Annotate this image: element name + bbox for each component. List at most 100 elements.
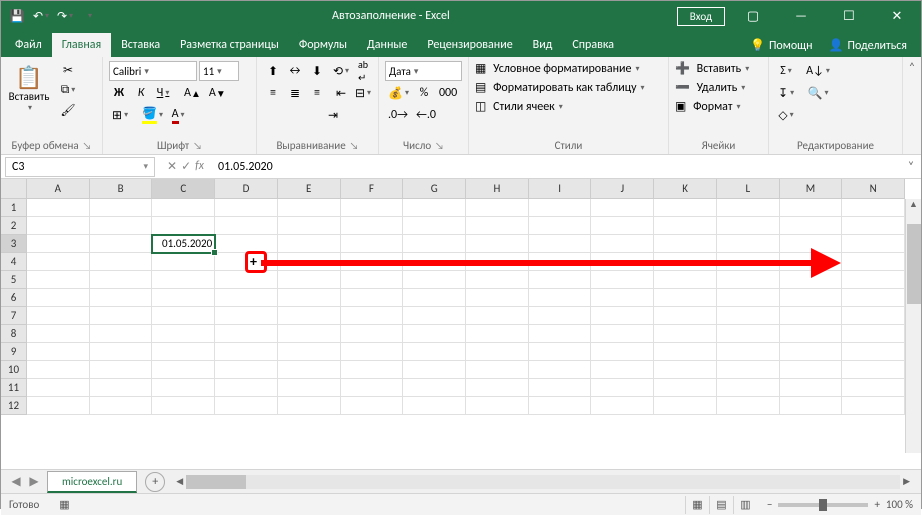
row-header-5[interactable]: 5 bbox=[1, 271, 27, 289]
undo-icon[interactable]: ↶▾ bbox=[31, 6, 51, 26]
number-format-combo[interactable]: Дата▾ bbox=[385, 61, 462, 81]
cell-N12[interactable] bbox=[842, 397, 905, 415]
col-header-C[interactable]: C bbox=[152, 179, 215, 199]
cell-F1[interactable] bbox=[341, 199, 404, 217]
cell-D1[interactable] bbox=[215, 199, 278, 217]
cell-I5[interactable] bbox=[529, 271, 592, 289]
row-header-12[interactable]: 12 bbox=[1, 397, 27, 415]
cell-J2[interactable] bbox=[591, 217, 654, 235]
cell-B11[interactable] bbox=[90, 379, 153, 397]
cell-J5[interactable] bbox=[591, 271, 654, 289]
cell-H7[interactable] bbox=[466, 307, 529, 325]
cell-C10[interactable] bbox=[152, 361, 215, 379]
format-as-table-button[interactable]: ▤ Форматировать как таблицу▾ bbox=[475, 80, 662, 95]
cell-A11[interactable] bbox=[27, 379, 90, 397]
cell-J9[interactable] bbox=[591, 343, 654, 361]
cell-I10[interactable] bbox=[529, 361, 592, 379]
row-header-2[interactable]: 2 bbox=[1, 217, 27, 235]
fill-handle[interactable] bbox=[211, 249, 218, 256]
row-header-7[interactable]: 7 bbox=[1, 307, 27, 325]
redo-icon[interactable]: ↷▾ bbox=[55, 6, 75, 26]
cell-D6[interactable] bbox=[215, 289, 278, 307]
cell-K9[interactable] bbox=[654, 343, 717, 361]
macro-record-icon[interactable]: ▦ bbox=[59, 498, 69, 511]
cell-C12[interactable] bbox=[152, 397, 215, 415]
prev-sheet-icon[interactable]: ◀ bbox=[7, 473, 25, 491]
cell-K3[interactable] bbox=[654, 235, 717, 253]
cell-L7[interactable] bbox=[717, 307, 780, 325]
zoom-slider[interactable] bbox=[778, 503, 868, 507]
font-size-combo[interactable]: 11▾ bbox=[199, 61, 239, 81]
cell-G8[interactable] bbox=[403, 325, 466, 343]
cell-K1[interactable] bbox=[654, 199, 717, 217]
cell-D12[interactable] bbox=[215, 397, 278, 415]
ribbon-options-icon[interactable]: ▢ bbox=[733, 2, 773, 30]
align-bottom-icon[interactable]: ⬇ bbox=[307, 61, 327, 81]
cell-I1[interactable] bbox=[529, 199, 592, 217]
qat-customize-icon[interactable]: ▾ bbox=[79, 6, 99, 26]
cell-I2[interactable] bbox=[529, 217, 592, 235]
cell-L2[interactable] bbox=[717, 217, 780, 235]
cell-E9[interactable] bbox=[278, 343, 341, 361]
percent-icon[interactable]: % bbox=[414, 83, 434, 103]
cell-F7[interactable] bbox=[341, 307, 404, 325]
cell-N11[interactable] bbox=[842, 379, 905, 397]
cell-M11[interactable] bbox=[780, 379, 843, 397]
tab-layout[interactable]: Разметка страницы bbox=[170, 33, 289, 57]
cell-F6[interactable] bbox=[341, 289, 404, 307]
col-header-D[interactable]: D bbox=[215, 179, 278, 199]
cell-L9[interactable] bbox=[717, 343, 780, 361]
cell-B12[interactable] bbox=[90, 397, 153, 415]
cell-C1[interactable] bbox=[152, 199, 215, 217]
font-name-combo[interactable]: Calibri▾ bbox=[109, 61, 197, 81]
cell-K7[interactable] bbox=[654, 307, 717, 325]
cell-N4[interactable] bbox=[842, 253, 905, 271]
cell-L11[interactable] bbox=[717, 379, 780, 397]
cell-G1[interactable] bbox=[403, 199, 466, 217]
tab-formulas[interactable]: Формулы bbox=[289, 33, 357, 57]
delete-cells-button[interactable]: ➖ Удалить▾ bbox=[675, 80, 762, 95]
cell-H11[interactable] bbox=[466, 379, 529, 397]
cell-N10[interactable] bbox=[842, 361, 905, 379]
cell-A10[interactable] bbox=[27, 361, 90, 379]
share-button[interactable]: 👤Поделиться bbox=[821, 34, 915, 57]
cell-N1[interactable] bbox=[842, 199, 905, 217]
cell-K11[interactable] bbox=[654, 379, 717, 397]
cell-G12[interactable] bbox=[403, 397, 466, 415]
cell-B7[interactable] bbox=[90, 307, 153, 325]
align-top-icon[interactable]: ⬆ bbox=[263, 61, 283, 81]
cell-M9[interactable] bbox=[780, 343, 843, 361]
align-dialog-icon[interactable]: ↘ bbox=[350, 139, 359, 152]
cell-H1[interactable] bbox=[466, 199, 529, 217]
cell-F2[interactable] bbox=[341, 217, 404, 235]
cell-M6[interactable] bbox=[780, 289, 843, 307]
align-middle-icon[interactable]: ↔ bbox=[285, 61, 305, 81]
decrease-indent-icon[interactable]: ⇤ bbox=[331, 83, 351, 103]
cell-A8[interactable] bbox=[27, 325, 90, 343]
number-dialog-icon[interactable]: ↘ bbox=[435, 139, 444, 152]
cells-area[interactable]: + 01.05.2020 bbox=[27, 199, 905, 453]
cell-G9[interactable] bbox=[403, 343, 466, 361]
row-header-11[interactable]: 11 bbox=[1, 379, 27, 397]
cell-M2[interactable] bbox=[780, 217, 843, 235]
col-header-B[interactable]: B bbox=[90, 179, 153, 199]
increase-indent-icon[interactable]: ⇥ bbox=[323, 105, 343, 125]
cell-K12[interactable] bbox=[654, 397, 717, 415]
cell-J1[interactable] bbox=[591, 199, 654, 217]
cell-D11[interactable] bbox=[215, 379, 278, 397]
cell-K10[interactable] bbox=[654, 361, 717, 379]
cell-E5[interactable] bbox=[278, 271, 341, 289]
cell-J10[interactable] bbox=[591, 361, 654, 379]
cell-A9[interactable] bbox=[27, 343, 90, 361]
tab-file[interactable]: Файл bbox=[5, 33, 52, 57]
cell-N7[interactable] bbox=[842, 307, 905, 325]
cell-F10[interactable] bbox=[341, 361, 404, 379]
cell-C4[interactable] bbox=[152, 253, 215, 271]
cell-styles-button[interactable]: ◫ Стили ячеек▾ bbox=[475, 99, 662, 114]
cell-A2[interactable] bbox=[27, 217, 90, 235]
cell-D9[interactable] bbox=[215, 343, 278, 361]
cell-F9[interactable] bbox=[341, 343, 404, 361]
col-header-L[interactable]: L bbox=[717, 179, 780, 199]
cell-F5[interactable] bbox=[341, 271, 404, 289]
align-left-icon[interactable]: ≡ bbox=[263, 83, 283, 103]
